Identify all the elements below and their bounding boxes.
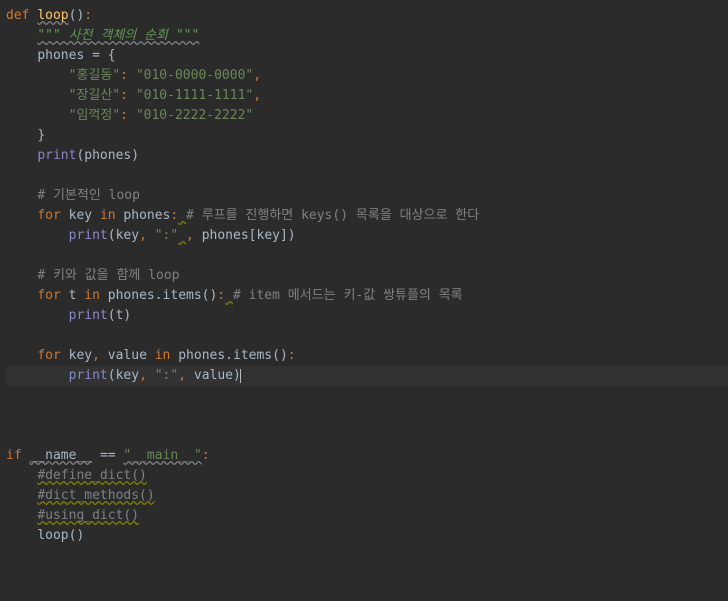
code-line: for t in phones.items(): # item 메서드는 키-값… xyxy=(6,286,728,306)
code-line: # 키와 값을 함께 loop xyxy=(6,266,728,286)
comment: # 키와 값을 함께 loop xyxy=(37,268,179,283)
code-line: if __name__ == "__main__": xyxy=(6,446,728,466)
code-line: print(t) xyxy=(6,306,728,326)
commented-call: #using_dict() xyxy=(37,508,139,523)
code-line: #using_dict() xyxy=(6,506,728,526)
comment: # item 메서드는 키-값 쌍튜플의 목록 xyxy=(233,288,463,303)
code-line: """ 사전 객체의 순회 """ xyxy=(6,26,728,46)
code-line: loop() xyxy=(6,526,728,546)
code-line: def loop(): xyxy=(6,6,728,26)
cursor xyxy=(240,369,241,383)
code-line: for key in phones: # 루프를 진행하면 keys() 목록을… xyxy=(6,206,728,226)
code-line: "임꺽정": "010-2222-2222" xyxy=(6,106,728,126)
code-line: phones = { xyxy=(6,46,728,66)
comment: # 기본적인 loop xyxy=(37,188,140,203)
code-line: "홍길동": "010-0000-0000", xyxy=(6,66,728,86)
code-line: for key, value in phones.items(): xyxy=(6,346,728,366)
code-line: #define_dict() xyxy=(6,466,728,486)
func-name: loop xyxy=(37,8,68,23)
docstring: """ 사전 객체의 순회 """ xyxy=(37,28,199,43)
code-line xyxy=(6,246,728,266)
code-line xyxy=(6,166,728,186)
code-line xyxy=(6,326,728,346)
commented-call: #dict_methods() xyxy=(37,488,154,503)
code-line-active: print(key, ":", value) xyxy=(6,366,728,386)
comment: # 루프를 진행하면 keys() 목록을 대상으로 한다 xyxy=(186,208,479,223)
keyword-def: def xyxy=(6,8,29,23)
code-line xyxy=(6,386,728,406)
code-line: "장길산": "010-1111-1111", xyxy=(6,86,728,106)
code-line xyxy=(6,406,728,426)
builtin-print: print xyxy=(37,148,76,163)
code-line xyxy=(6,426,728,446)
code-line: print(key, ":" , phones[key]) xyxy=(6,226,728,246)
code-line: # 기본적인 loop xyxy=(6,186,728,206)
commented-call: #define_dict() xyxy=(37,468,147,483)
code-line: #dict_methods() xyxy=(6,486,728,506)
code-editor[interactable]: def loop(): """ 사전 객체의 순회 """ phones = {… xyxy=(6,6,728,546)
code-line: print(phones) xyxy=(6,146,728,166)
code-line: } xyxy=(6,126,728,146)
